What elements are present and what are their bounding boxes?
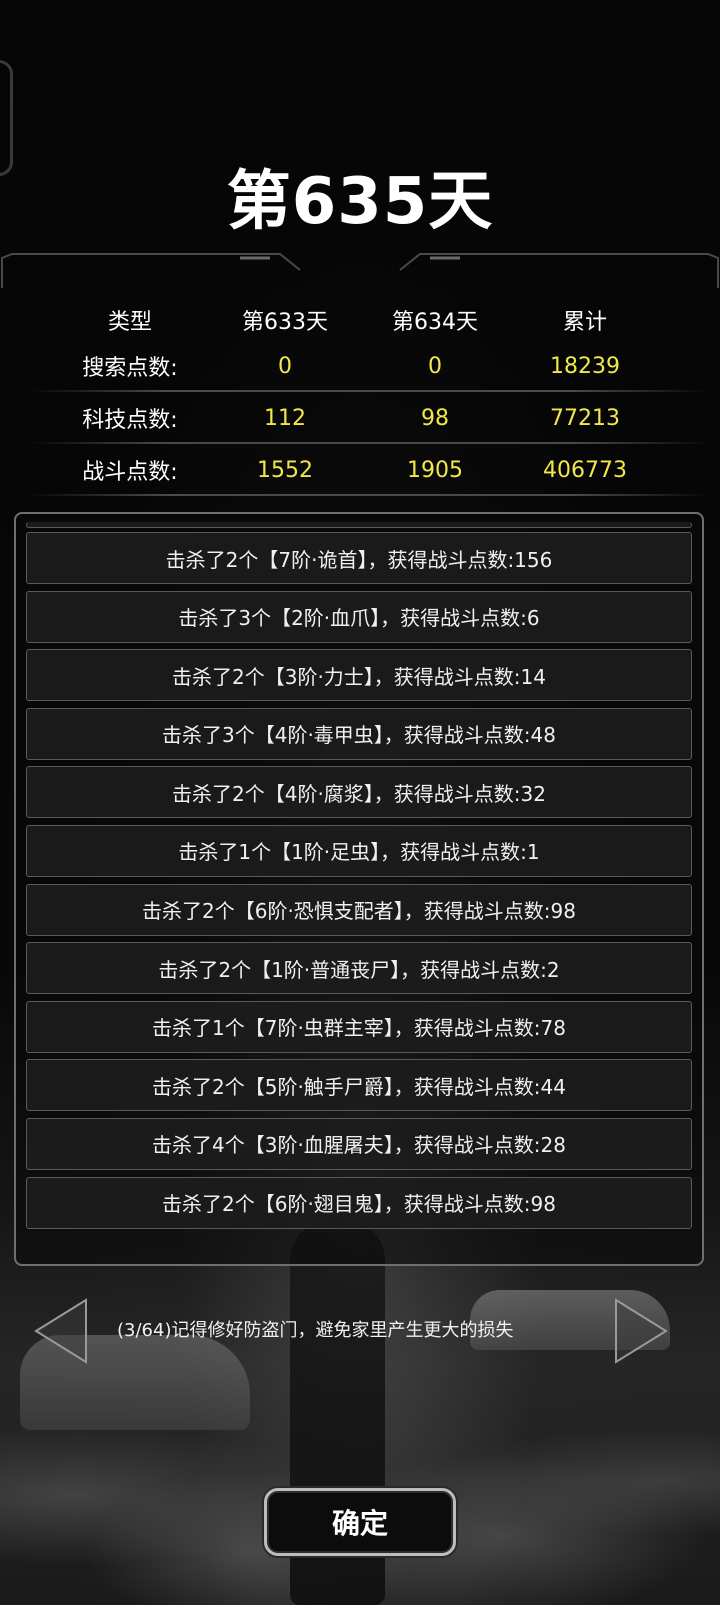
prev-tip-button[interactable]	[30, 1298, 90, 1364]
row-total-value: 18239	[550, 353, 620, 379]
kill-log-item: 击杀了3个【2阶·血爪】，获得战斗点数:6	[26, 590, 692, 643]
day-title: 第635天	[226, 165, 494, 239]
next-tip-button[interactable]	[612, 1298, 672, 1364]
header-day634: 第634天	[392, 310, 478, 335]
row-day634-value: 98	[421, 405, 449, 431]
stats-header-row: 类型 第633天 第634天 累计	[50, 300, 690, 340]
tip-text: (3/64)记得修好防盗门，避免家里产生更大的损失	[117, 1320, 514, 1341]
kill-log-item: 击杀了2个【5阶·触手尸爵】，获得战斗点数:44	[26, 1059, 692, 1112]
kill-log-item: 击杀了1个【1阶·足虫】，获得战斗点数:1	[26, 824, 692, 877]
row-day634-value: 0	[428, 353, 442, 379]
confirm-button[interactable]: 确定	[264, 1488, 456, 1556]
stats-table: 类型 第633天 第634天 累计 搜索点数: 0 0 18239 科技点数: …	[30, 300, 710, 496]
triangle-left-icon	[34, 1298, 87, 1364]
list-item-partial	[26, 522, 692, 528]
row-day634-value: 1905	[407, 457, 463, 483]
kill-log-item: 击杀了3个【4阶·毒甲虫】，获得战斗点数:48	[26, 707, 692, 760]
kill-log-item: 击杀了2个【6阶·恐惧支配者】，获得战斗点数:98	[26, 883, 692, 936]
row-total-value: 406773	[543, 457, 627, 483]
header-type: 类型	[107, 310, 152, 335]
kill-log-item: 击杀了2个【7阶·诡首】，获得战斗点数:156	[26, 532, 692, 584]
row-day633-value: 1552	[257, 457, 313, 483]
triangle-right-icon	[615, 1298, 668, 1364]
kill-log-item: 击杀了2个【6阶·翅目鬼】，获得战斗点数:98	[26, 1176, 692, 1229]
row-label: 搜索点数:	[82, 356, 178, 381]
row-day633-value: 112	[264, 405, 306, 431]
kill-log-item: 击杀了2个【1阶·普通丧尸】，获得战斗点数:2	[26, 942, 692, 995]
kill-log-item: 击杀了1个【7阶·虫群主宰】，获得战斗点数:78	[26, 1000, 692, 1053]
stats-row-tech: 科技点数: 112 98 77213	[30, 392, 710, 444]
kill-log-list[interactable]: 击杀了2个【7阶·诡首】，获得战斗点数:156 击杀了3个【2阶·血爪】，获得战…	[26, 522, 692, 1235]
stats-row-search: 搜索点数: 0 0 18239	[30, 340, 710, 392]
header-day633: 第633天	[242, 310, 328, 335]
kill-log-panel[interactable]: 击杀了2个【7阶·诡首】，获得战斗点数:156 击杀了3个【2阶·血爪】，获得战…	[14, 512, 704, 1266]
row-total-value: 77213	[550, 405, 620, 431]
row-label: 战斗点数:	[82, 460, 178, 485]
row-day633-value: 0	[278, 353, 292, 379]
stats-row-combat: 战斗点数: 1552 1905 406773	[30, 444, 710, 496]
row-divider	[30, 494, 710, 496]
header-total: 累计	[562, 310, 607, 335]
row-label: 科技点数:	[82, 408, 178, 433]
stats-frame	[1, 253, 719, 288]
kill-log-item: 击杀了4个【3阶·血腥屠夫】，获得战斗点数:28	[26, 1117, 692, 1170]
kill-log-item: 击杀了2个【4阶·腐浆】，获得战斗点数:32	[26, 766, 692, 819]
kill-log-item: 击杀了2个【3阶·力士】，获得战斗点数:14	[26, 649, 692, 702]
